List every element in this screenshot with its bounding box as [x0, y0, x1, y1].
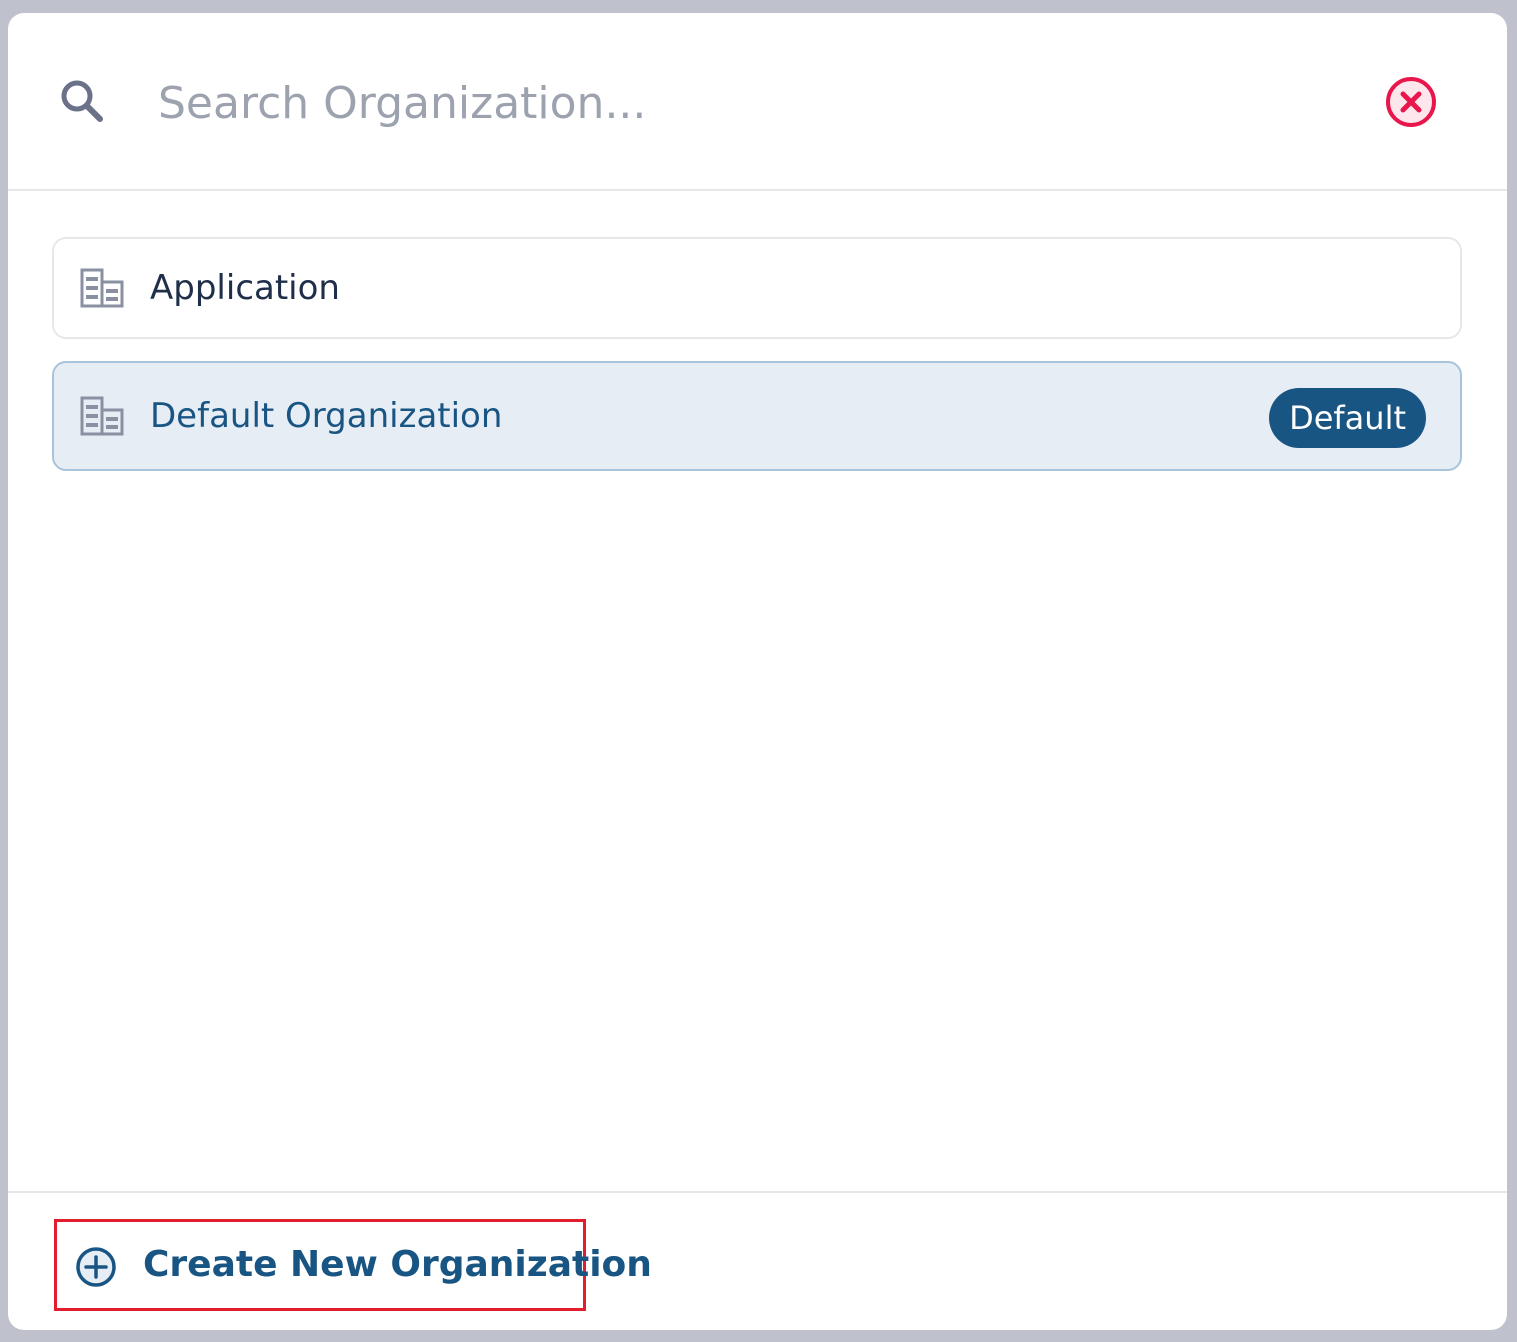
search-header [8, 13, 1507, 191]
building-icon [80, 396, 124, 436]
modal-footer: Create New Organization [8, 1191, 1507, 1330]
building-icon [80, 268, 124, 308]
create-organization-button[interactable]: Create New Organization [54, 1219, 652, 1311]
plus-circle-icon [75, 1246, 117, 1288]
organization-item-application[interactable]: Application [52, 237, 1462, 339]
default-badge: Default [1269, 388, 1426, 448]
organization-list: Application Default Organization Default [52, 237, 1462, 471]
create-organization-label: Create New Organization [143, 1244, 652, 1285]
organization-name: Application [150, 268, 340, 308]
organization-name: Default Organization [150, 396, 503, 436]
search-icon [58, 77, 106, 125]
organization-switcher-modal: Application Default Organization Default [8, 13, 1507, 1330]
search-input[interactable] [158, 73, 1308, 133]
organization-item-default[interactable]: Default Organization Default [52, 361, 1462, 471]
close-icon[interactable] [1384, 75, 1438, 129]
